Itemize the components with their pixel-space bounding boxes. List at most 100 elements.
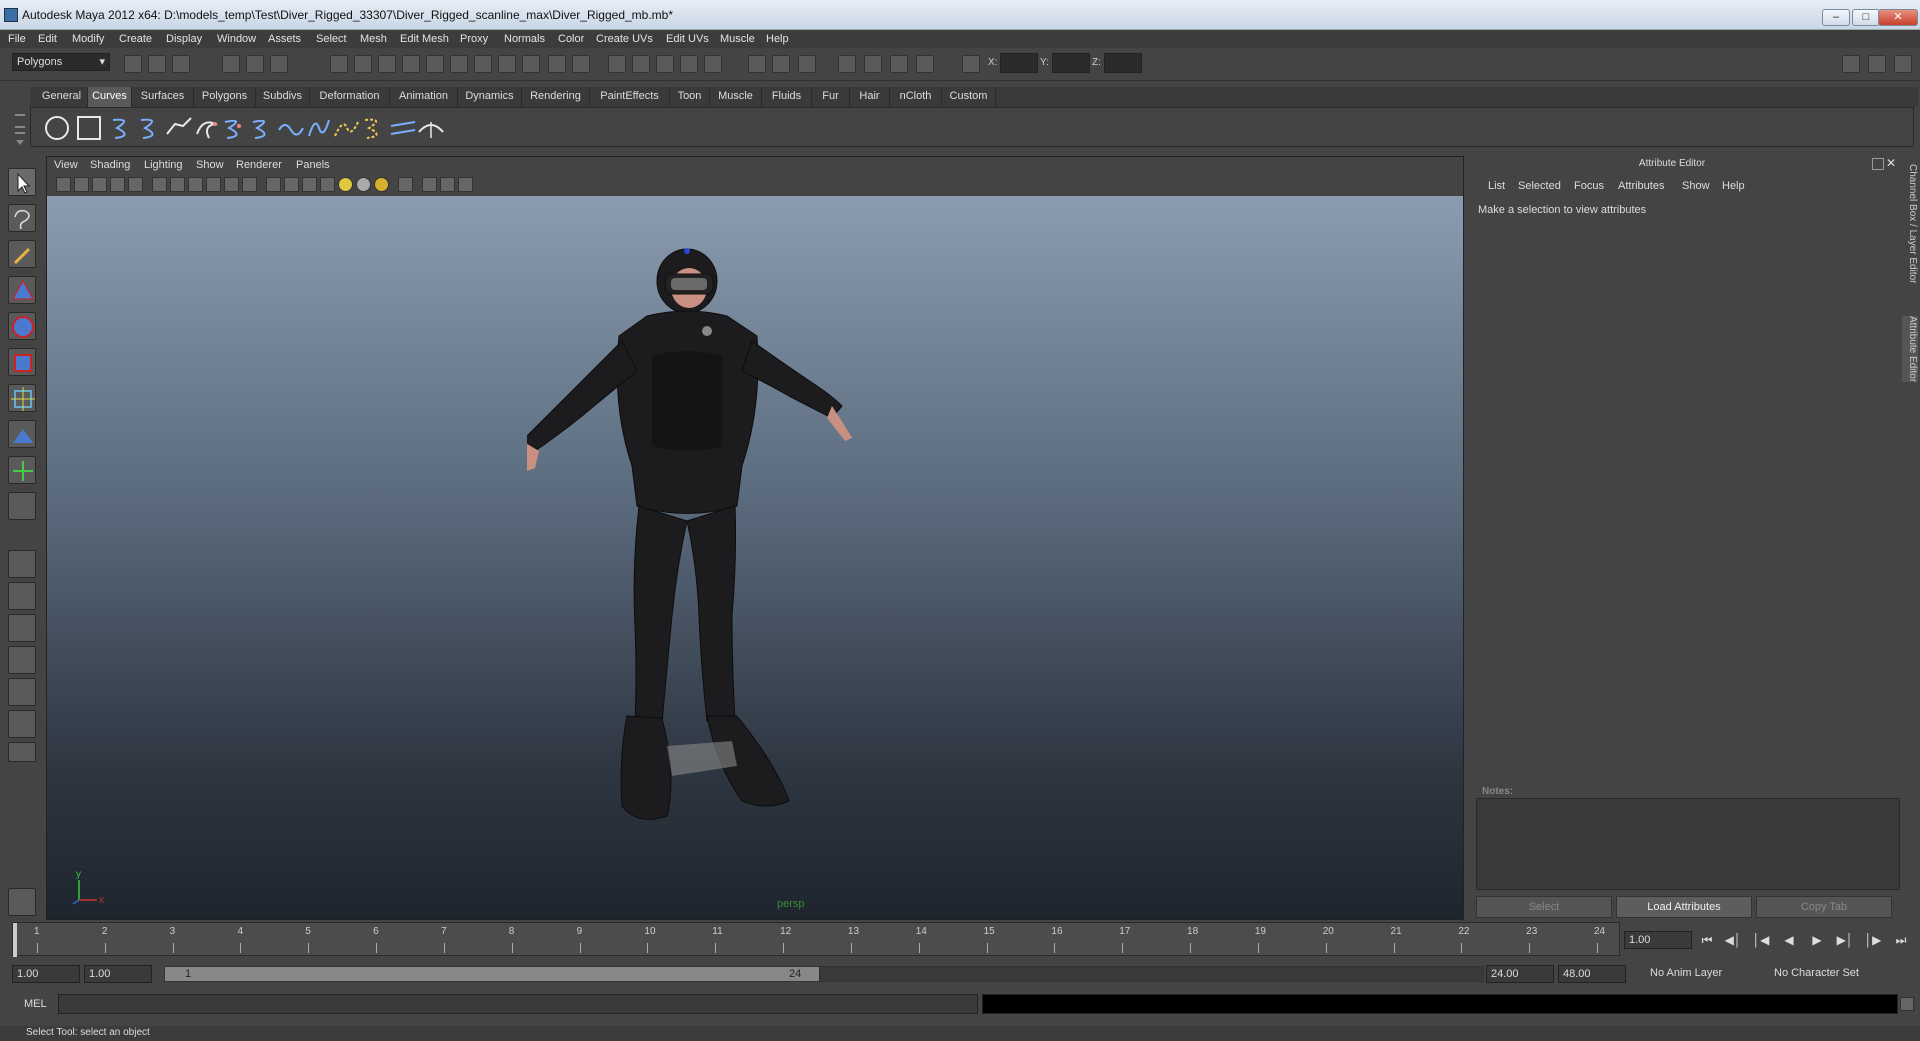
ipr-render-icon[interactable] — [890, 55, 908, 73]
highlight-selection-icon[interactable] — [572, 55, 590, 73]
lock-selection-icon[interactable] — [548, 55, 566, 73]
menu-help[interactable]: Help — [766, 33, 789, 45]
smooth-shade-icon[interactable] — [284, 177, 299, 192]
shelf-tab-animation[interactable]: Animation — [390, 87, 458, 107]
cv-curve-icon[interactable] — [109, 114, 137, 142]
time-slider[interactable]: 1 2 3 4 5 6 7 8 9 10 11 12 13 14 15 16 17 18 19 20 21 22 23 24 — [12, 922, 1620, 957]
close-button[interactable]: ✕ — [1878, 9, 1918, 26]
minimize-button[interactable]: – — [1822, 9, 1850, 26]
channel-box-toggle-icon[interactable] — [1894, 55, 1912, 73]
panel-menu-shading[interactable]: Shading — [90, 159, 130, 171]
project-curve-icon[interactable] — [417, 114, 445, 142]
tab-channel-box[interactable]: Channel Box / Layer Editor — [1902, 164, 1918, 284]
scale-tool-icon[interactable] — [8, 348, 36, 376]
snap-point-icon[interactable] — [656, 55, 674, 73]
gate-mask-icon[interactable] — [206, 177, 221, 192]
script-language-label[interactable]: MEL — [24, 998, 47, 1010]
isolate-select-icon[interactable] — [398, 177, 413, 192]
menu-muscle[interactable]: Muscle — [720, 33, 755, 45]
nurbs-circle-icon[interactable] — [43, 114, 71, 142]
shelf-tab-curves[interactable]: Curves — [88, 87, 132, 107]
panel-menu-view[interactable]: View — [54, 159, 78, 171]
select-button[interactable]: Select — [1476, 896, 1612, 918]
step-forward-key-icon[interactable]: │▶ — [1864, 933, 1882, 949]
panel-menu-panels[interactable]: Panels — [296, 159, 330, 171]
new-scene-icon[interactable] — [124, 55, 142, 73]
current-time-field[interactable]: 1.00 — [1624, 931, 1692, 949]
shelf-tab-fluids[interactable]: Fluids — [762, 87, 812, 107]
render-settings-icon[interactable] — [916, 55, 934, 73]
arc-curve-icon[interactable] — [193, 114, 221, 142]
menu-display[interactable]: Display — [166, 33, 202, 45]
play-backwards-icon[interactable]: ◀ — [1780, 933, 1798, 949]
shelf-tab-ncloth[interactable]: nCloth — [890, 87, 942, 107]
shadows-icon[interactable] — [356, 177, 371, 192]
select-handles-icon[interactable] — [330, 55, 348, 73]
shelf-tab-deformation[interactable]: Deformation — [310, 87, 390, 107]
ae-menu-show[interactable]: Show — [1682, 180, 1710, 192]
select-deformations-icon[interactable] — [426, 55, 444, 73]
notes-field[interactable] — [1476, 798, 1900, 890]
menu-select[interactable]: Select — [316, 33, 347, 45]
shelf-tab-surfaces[interactable]: Surfaces — [132, 87, 194, 107]
z-coord-field[interactable] — [1104, 53, 1142, 73]
ae-menu-attributes[interactable]: Attributes — [1618, 180, 1664, 192]
paint-select-tool-icon[interactable] — [8, 240, 36, 268]
menu-create[interactable]: Create — [119, 33, 152, 45]
layout-hypershade-icon[interactable] — [8, 678, 36, 706]
range-slider[interactable]: 1 24 — [164, 966, 820, 982]
pencil-curve-icon[interactable] — [165, 114, 193, 142]
select-hierarchy-icon[interactable] — [222, 55, 240, 73]
ae-menu-help[interactable]: Help — [1722, 180, 1745, 192]
construction-history-icon[interactable] — [798, 55, 816, 73]
select-tool-icon[interactable] — [8, 168, 36, 196]
menu-mesh[interactable]: Mesh — [360, 33, 387, 45]
menu-window[interactable]: Window — [217, 33, 256, 45]
attach-curves-icon[interactable] — [249, 114, 277, 142]
offset-curve-icon[interactable] — [361, 114, 389, 142]
ae-menu-focus[interactable]: Focus — [1574, 180, 1604, 192]
wireframe-icon[interactable] — [266, 177, 281, 192]
xray-icon[interactable] — [422, 177, 437, 192]
detach-curves-icon[interactable] — [277, 114, 305, 142]
reverse-curve-icon[interactable] — [389, 114, 417, 142]
select-surfaces-icon[interactable] — [402, 55, 420, 73]
play-forwards-icon[interactable]: ▶ — [1808, 933, 1826, 949]
maximize-button[interactable]: □ — [1852, 9, 1880, 26]
film-gate-icon[interactable] — [170, 177, 185, 192]
step-back-frame-icon[interactable]: │◀ — [1752, 933, 1770, 949]
shelf-tab-polygons[interactable]: Polygons — [194, 87, 256, 107]
safe-action-icon[interactable] — [242, 177, 257, 192]
close-panel-icon[interactable]: ✕ — [1886, 156, 1898, 170]
layout-more-icon[interactable] — [8, 742, 36, 762]
open-scene-icon[interactable] — [148, 55, 166, 73]
grease-pencil-icon[interactable] — [128, 177, 143, 192]
menu-edit[interactable]: Edit — [38, 33, 57, 45]
field-chart-icon[interactable] — [224, 177, 239, 192]
output-ops-icon[interactable] — [772, 55, 790, 73]
select-curves-icon[interactable] — [378, 55, 396, 73]
panel-menu-show[interactable]: Show — [196, 159, 224, 171]
move-tool-icon[interactable] — [8, 276, 36, 304]
select-dynamics-icon[interactable] — [450, 55, 468, 73]
select-object-icon[interactable] — [246, 55, 264, 73]
menu-color[interactable]: Color — [558, 33, 584, 45]
soft-modification-icon[interactable] — [8, 420, 36, 448]
make-live-icon[interactable] — [704, 55, 722, 73]
layout-graph-editor-icon[interactable] — [8, 710, 36, 738]
ep-curve-icon[interactable] — [137, 114, 165, 142]
menu-edit-uvs[interactable]: Edit UVs — [666, 33, 709, 45]
show-manipulator-icon[interactable] — [8, 456, 36, 484]
insert-knot-icon[interactable] — [305, 114, 333, 142]
select-rendering-icon[interactable] — [474, 55, 492, 73]
float-panel-icon[interactable] — [1872, 158, 1884, 170]
menu-set-dropdown[interactable]: Polygons ▾ — [12, 53, 110, 71]
render-view-icon[interactable] — [838, 55, 856, 73]
rebuild-curve-icon[interactable] — [221, 114, 249, 142]
shelf-tab-painteffects[interactable]: PaintEffects — [590, 87, 670, 107]
layout-persp-outliner-icon[interactable] — [8, 614, 36, 642]
menu-modify[interactable]: Modify — [72, 33, 104, 45]
panel-menu-renderer[interactable]: Renderer — [236, 159, 282, 171]
shelf-tab-rendering[interactable]: Rendering — [522, 87, 590, 107]
use-all-lights-icon[interactable] — [338, 177, 353, 192]
